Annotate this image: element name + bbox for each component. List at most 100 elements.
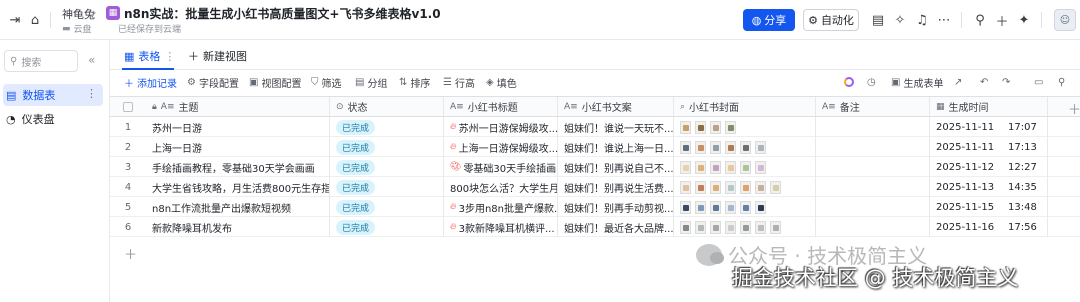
plus-icon[interactable]: ＋: [993, 11, 1011, 30]
cover-thumbnail[interactable]: [725, 120, 736, 134]
row-height-button[interactable]: ☰ 行高: [443, 74, 475, 90]
comment-icon[interactable]: ▭: [1034, 74, 1043, 90]
cell-xhs-cover[interactable]: [674, 117, 816, 137]
sidebar-toggle-icon[interactable]: ⇥: [6, 11, 24, 29]
cell-topic[interactable]: 手绘插画教程，零基础30天学会画画: [146, 157, 330, 177]
cover-thumbnail[interactable]: [755, 180, 766, 194]
table-row[interactable]: 6 新款降噪耳机发布 已完成 🔥︎ 3款新降噪耳机横评... 姐妹们！最近各大品牌... 2…: [110, 217, 1080, 237]
cover-thumbnail[interactable]: [695, 180, 706, 194]
cover-thumbnail[interactable]: [755, 160, 766, 174]
column-header-notes[interactable]: A≡ 备注: [816, 97, 930, 116]
redo-icon[interactable]: ↷: [1002, 74, 1010, 90]
cover-thumbnail[interactable]: [740, 180, 751, 194]
pin-icon[interactable]: ⚲: [354, 5, 362, 18]
column-header-topic[interactable]: 🔒︎ A≡ 主题: [146, 97, 330, 116]
history-icon[interactable]: ◷: [867, 74, 876, 90]
tab-grid-view[interactable]: ▦ 表格 ⋮: [124, 47, 175, 65]
cell-xhs-title[interactable]: 🔥︎ 3款新降噪耳机横评...: [444, 217, 558, 237]
cell-notes[interactable]: [816, 137, 930, 157]
cell-xhs-title[interactable]: 🎨︎ 零基础30天手绘插画...: [444, 157, 558, 177]
cover-thumbnail[interactable]: [695, 220, 706, 234]
cover-thumbnail[interactable]: [680, 160, 691, 174]
cover-thumbnail[interactable]: [680, 180, 691, 194]
ai-sparkle-icon[interactable]: ✦: [1015, 11, 1033, 29]
ai-ring-icon[interactable]: [844, 74, 854, 90]
cell-xhs-title[interactable]: 🔥︎ 苏州一日游保姆级攻...: [444, 117, 558, 137]
cover-thumbnail[interactable]: [725, 220, 736, 234]
cell-xhs-copy[interactable]: 姐妹们！谁说一天玩不...: [558, 117, 674, 137]
cell-status[interactable]: 已完成: [330, 177, 444, 197]
cell-created-time[interactable]: 2025-11-13 14:35: [930, 177, 1048, 197]
cover-thumbnail[interactable]: [725, 160, 736, 174]
cell-xhs-title[interactable]: 🔥︎ 上海一日游保姆级攻...: [444, 137, 558, 157]
cover-thumbnail[interactable]: [755, 140, 766, 154]
search-input[interactable]: ⚲ 搜索: [4, 50, 78, 72]
cell-xhs-cover[interactable]: [674, 157, 816, 177]
table-row[interactable]: 4 大学生省钱攻略，月生活费800元生存指南 已完成 800块怎么活？大学生月... 姐…: [110, 177, 1080, 197]
cell-status[interactable]: 已完成: [330, 157, 444, 177]
cell-created-time[interactable]: 2025-11-15 13:48: [930, 197, 1048, 217]
cover-thumbnail[interactable]: [755, 200, 766, 214]
table-row[interactable]: 1 苏州一日游 已完成 🔥︎ 苏州一日游保姆级攻... 姐妹们！谁说一天玩不... 2025…: [110, 117, 1080, 137]
column-header-created-time[interactable]: ▦ 生成时间: [930, 97, 1048, 116]
cover-thumbnail[interactable]: [680, 120, 691, 134]
document-icon[interactable]: ▤: [869, 11, 887, 29]
cover-thumbnail[interactable]: [710, 140, 721, 154]
cell-xhs-title[interactable]: 🔥︎ 3步用n8n批量产爆款...: [444, 197, 558, 217]
table-row[interactable]: 5 n8n工作流批量产出爆款短视频 已完成 🔥︎ 3步用n8n批量产爆款... 姐妹们！别…: [110, 197, 1080, 217]
search-icon[interactable]: ⚲: [1058, 74, 1065, 90]
breadcrumb-location[interactable]: ▬ 云盘: [62, 22, 92, 36]
cell-xhs-cover[interactable]: [674, 217, 816, 237]
column-header-status[interactable]: ⊙ 状态: [330, 97, 444, 116]
cell-xhs-copy[interactable]: 姐妹们！谁说上海一日...: [558, 137, 674, 157]
cover-thumbnail[interactable]: [710, 200, 721, 214]
search-icon[interactable]: ⚲: [971, 11, 989, 29]
cover-thumbnail[interactable]: [725, 140, 736, 154]
cell-topic[interactable]: 新款降噪耳机发布: [146, 217, 330, 237]
select-all-checkbox[interactable]: [110, 97, 146, 116]
cover-thumbnail[interactable]: [695, 120, 706, 134]
add-record-button[interactable]: ＋ 添加记录: [124, 74, 177, 90]
table-row[interactable]: 2 上海一日游 已完成 🔥︎ 上海一日游保姆级攻... 姐妹们！谁说上海一日... 2025…: [110, 137, 1080, 157]
cell-status[interactable]: 已完成: [330, 137, 444, 157]
breadcrumb-space[interactable]: 神龟兔: [62, 6, 95, 22]
cell-topic[interactable]: 大学生省钱攻略，月生活费800元生存指南: [146, 177, 330, 197]
home-icon[interactable]: ⌂: [26, 11, 44, 29]
generate-form-button[interactable]: ▣ 生成表单: [891, 74, 943, 90]
tab-menu-icon[interactable]: ⋮: [164, 50, 175, 63]
cell-notes[interactable]: [816, 157, 930, 177]
cell-xhs-title[interactable]: 800块怎么活？大学生月...: [444, 177, 558, 197]
collapse-sidebar-icon[interactable]: «: [88, 53, 95, 67]
filter-button[interactable]: ⛉ 筛选: [311, 74, 342, 90]
cover-thumbnail[interactable]: [770, 220, 781, 234]
column-header-xhs-cover[interactable]: ⌕ 小红书封面: [674, 97, 816, 116]
cover-thumbnail[interactable]: [680, 140, 691, 154]
cell-topic[interactable]: 苏州一日游: [146, 117, 330, 137]
cell-notes[interactable]: [816, 197, 930, 217]
cell-topic[interactable]: n8n工作流批量产出爆款短视频: [146, 197, 330, 217]
sidebar-item-data-table[interactable]: ▤ 数据表 ⋮: [3, 84, 103, 106]
cell-xhs-copy[interactable]: 姐妹们！别再手动剪视...: [558, 197, 674, 217]
cover-thumbnail[interactable]: [710, 220, 721, 234]
automation-button[interactable]: ⚙ 自动化: [803, 9, 859, 31]
cell-created-time[interactable]: 2025-11-11 17:13: [930, 137, 1048, 157]
cover-thumbnail[interactable]: [755, 220, 766, 234]
cell-created-time[interactable]: 2025-11-11 17:07: [930, 117, 1048, 137]
cell-notes[interactable]: [816, 217, 930, 237]
cover-thumbnail[interactable]: [680, 220, 691, 234]
cover-thumbnail[interactable]: [740, 140, 751, 154]
undo-icon[interactable]: ↶: [980, 74, 988, 90]
cover-thumbnail[interactable]: [725, 180, 736, 194]
cover-thumbnail[interactable]: [695, 140, 706, 154]
cell-xhs-copy[interactable]: 姐妹们！最近各大品牌...: [558, 217, 674, 237]
cover-thumbnail[interactable]: [770, 180, 781, 194]
column-header-xhs-title[interactable]: A≡ 小红书标题: [444, 97, 558, 116]
table-row[interactable]: 3 手绘插画教程，零基础30天学会画画 已完成 🎨︎ 零基础30天手绘插画... 姐妹们！…: [110, 157, 1080, 177]
more-icon[interactable]: ⋮: [86, 87, 97, 100]
cell-status[interactable]: 已完成: [330, 117, 444, 137]
cell-xhs-copy[interactable]: 姐妹们！别再说生活费...: [558, 177, 674, 197]
cell-status[interactable]: 已完成: [330, 217, 444, 237]
add-column-icon[interactable]: ＋: [1068, 99, 1080, 118]
share-button[interactable]: ◍ 分享: [743, 9, 795, 31]
cell-topic[interactable]: 上海一日游: [146, 137, 330, 157]
